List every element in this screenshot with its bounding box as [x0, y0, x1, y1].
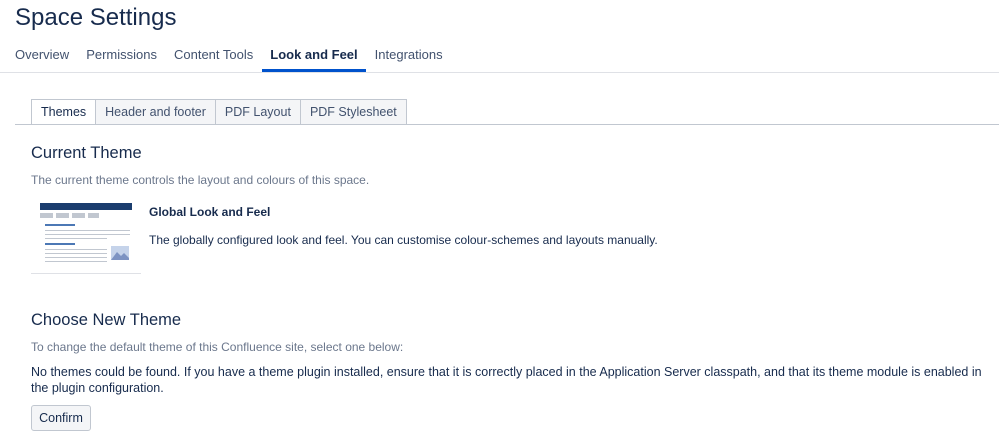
- confirm-button[interactable]: Confirm: [31, 405, 91, 431]
- theme-name: Global Look and Feel: [149, 205, 271, 219]
- page-title: Space Settings: [15, 4, 177, 31]
- main-tabs-divider: [0, 72, 999, 73]
- current-theme-description: The current theme controls the layout an…: [31, 173, 370, 187]
- choose-theme-description: To change the default theme of this Conf…: [31, 340, 404, 354]
- main-tabs: Overview Permissions Content Tools Look …: [15, 46, 460, 72]
- no-themes-message: No themes could be found. If you have a …: [31, 365, 982, 395]
- tab-integrations[interactable]: Integrations: [375, 46, 443, 72]
- subtab-themes[interactable]: Themes: [31, 99, 97, 125]
- current-theme-heading: Current Theme: [31, 144, 142, 162]
- subtab-pdf-layout[interactable]: PDF Layout: [215, 99, 301, 125]
- choose-theme-heading: Choose New Theme: [31, 311, 182, 329]
- tab-permissions[interactable]: Permissions: [86, 46, 157, 72]
- sub-tabs: Themes Header and footer PDF Layout PDF …: [31, 99, 407, 125]
- theme-thumbnail: [31, 199, 141, 274]
- sub-tabs-divider: [15, 124, 999, 125]
- theme-details: The globally configured look and feel. Y…: [149, 233, 658, 247]
- subtab-header-and-footer[interactable]: Header and footer: [96, 99, 216, 125]
- tab-overview[interactable]: Overview: [15, 46, 69, 72]
- tab-content-tools[interactable]: Content Tools: [174, 46, 253, 72]
- subtab-pdf-stylesheet[interactable]: PDF Stylesheet: [300, 99, 407, 125]
- tab-look-and-feel[interactable]: Look and Feel: [262, 46, 366, 72]
